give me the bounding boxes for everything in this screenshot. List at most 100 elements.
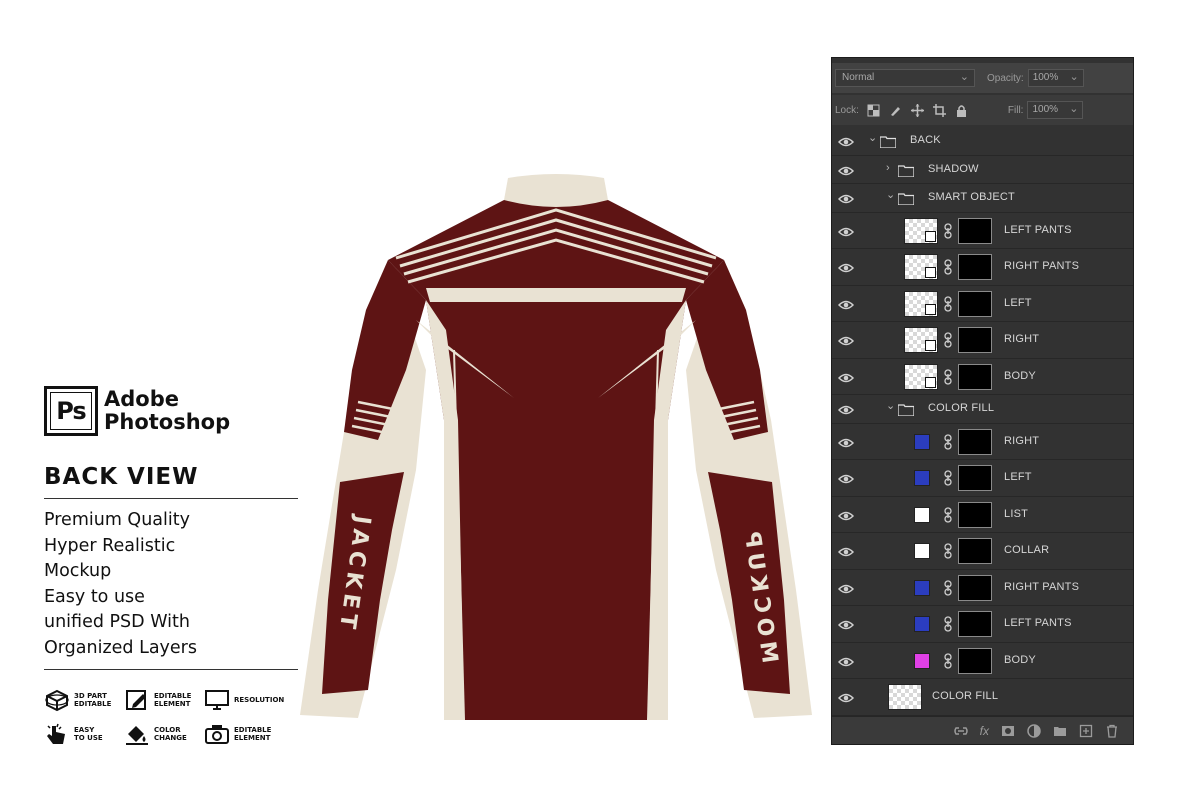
lock-all-icon[interactable]	[955, 104, 968, 117]
badge-label: EDITABLE ELEMENT	[154, 692, 192, 708]
layer-mask-thumbnail[interactable]	[958, 611, 992, 638]
visibility-eye-icon[interactable]	[837, 298, 855, 310]
layer-mask-thumbnail[interactable]	[958, 465, 992, 492]
link-icon[interactable]	[944, 470, 952, 486]
lock-position-icon[interactable]	[910, 103, 924, 117]
blend-bar: Normal Opacity: 100%	[832, 63, 1133, 93]
link-layers-icon[interactable]	[953, 724, 968, 738]
link-icon[interactable]	[944, 296, 952, 312]
layer-row[interactable]: RIGHT PANTS	[832, 249, 1133, 286]
delete-icon[interactable]	[1105, 724, 1119, 738]
color-swatch[interactable]	[914, 433, 930, 450]
layer-row[interactable]: BODY	[832, 359, 1133, 395]
layer-row[interactable]: LEFT PANTS	[832, 213, 1133, 249]
new-group-icon[interactable]	[1053, 724, 1067, 738]
visibility-eye-icon[interactable]	[837, 618, 855, 630]
chevron-down-icon[interactable]: ⌄	[868, 131, 877, 144]
visibility-eye-icon[interactable]	[837, 403, 855, 415]
layer-row[interactable]: RIGHT	[832, 322, 1133, 359]
layer-name: RIGHT PANTS	[1004, 260, 1080, 273]
badge-label: EDITABLE ELEMENT	[234, 726, 272, 742]
visibility-eye-icon[interactable]	[837, 334, 855, 346]
layer-name: LIST	[1004, 507, 1029, 520]
layer-mask-thumbnail[interactable]	[958, 363, 992, 390]
color-swatch[interactable]	[914, 616, 930, 633]
folder-icon	[897, 403, 915, 417]
lock-artboard-icon[interactable]	[932, 103, 946, 117]
fx-icon[interactable]: fx	[980, 724, 989, 738]
visibility-eye-icon[interactable]	[837, 509, 855, 521]
layer-row[interactable]: LEFT	[832, 286, 1133, 322]
link-icon[interactable]	[944, 434, 952, 450]
layer-mask-thumbnail[interactable]	[958, 254, 992, 281]
layer-row[interactable]: ⌄ BACK	[832, 127, 1133, 156]
lock-transparency-icon[interactable]	[867, 104, 880, 117]
visibility-eye-icon[interactable]	[837, 472, 855, 484]
layer-row[interactable]: RIGHT	[832, 424, 1133, 460]
layer-row[interactable]: ⌄ COLOR FILL	[832, 395, 1133, 424]
chevron-down-icon[interactable]: ⌄	[886, 188, 895, 201]
layer-thumbnail	[904, 217, 938, 244]
layer-mask-thumbnail[interactable]	[958, 290, 992, 317]
visibility-eye-icon[interactable]	[837, 135, 855, 147]
camera-icon	[205, 725, 229, 744]
color-swatch[interactable]	[914, 543, 930, 560]
link-icon[interactable]	[944, 223, 952, 239]
link-icon[interactable]	[944, 332, 952, 348]
link-icon[interactable]	[944, 653, 952, 669]
visibility-eye-icon[interactable]	[837, 545, 855, 557]
link-icon[interactable]	[944, 369, 952, 385]
layer-mask-thumbnail[interactable]	[958, 501, 992, 528]
layer-row[interactable]: LEFT PANTS	[832, 606, 1133, 643]
visibility-eye-icon[interactable]	[837, 192, 855, 204]
badge-resolution: RESOLUTION	[204, 688, 284, 712]
visibility-eye-icon[interactable]	[837, 691, 855, 703]
visibility-eye-icon[interactable]	[837, 225, 855, 237]
color-swatch[interactable]	[914, 579, 930, 596]
layer-mask-thumbnail[interactable]	[958, 574, 992, 601]
visibility-eye-icon[interactable]	[837, 164, 855, 176]
link-icon[interactable]	[944, 616, 952, 632]
badge-label: COLOR CHANGE	[154, 726, 187, 742]
opacity-input[interactable]: 100%	[1027, 69, 1084, 87]
layer-row[interactable]: › SHADOW	[832, 156, 1133, 184]
layer-row[interactable]: LEFT	[832, 460, 1133, 497]
layer-row[interactable]: ⌄ SMART OBJECT	[832, 184, 1133, 213]
visibility-eye-icon[interactable]	[837, 655, 855, 667]
visibility-eye-icon[interactable]	[837, 371, 855, 383]
chevron-right-icon[interactable]: ›	[886, 162, 890, 174]
visibility-eye-icon[interactable]	[837, 261, 855, 273]
color-swatch[interactable]	[914, 470, 930, 487]
layer-mask-thumbnail[interactable]	[958, 538, 992, 565]
new-layer-icon[interactable]	[1079, 724, 1093, 738]
layer-row[interactable]: LIST	[832, 497, 1133, 533]
paint-bucket-icon	[126, 726, 148, 745]
visibility-eye-icon[interactable]	[837, 582, 855, 594]
visibility-eye-icon[interactable]	[837, 436, 855, 448]
adjustment-icon[interactable]	[1027, 723, 1041, 738]
add-mask-icon[interactable]	[1001, 724, 1015, 738]
layer-row[interactable]: RIGHT PANTS	[832, 570, 1133, 606]
smart-object-icon	[925, 267, 936, 279]
link-icon[interactable]	[944, 259, 952, 275]
layer-row[interactable]: COLOR FILL	[832, 679, 1133, 716]
link-icon[interactable]	[944, 507, 952, 523]
layer-row[interactable]: BODY	[832, 643, 1133, 679]
layer-mask-thumbnail[interactable]	[958, 647, 992, 674]
layer-thumbnail	[904, 363, 938, 390]
layer-row[interactable]: COLLAR	[832, 533, 1133, 570]
blend-mode-select[interactable]: Normal	[835, 69, 975, 87]
smart-object-icon	[925, 376, 936, 388]
color-swatch[interactable]	[914, 506, 930, 523]
layer-mask-thumbnail[interactable]	[958, 327, 992, 354]
color-swatch[interactable]	[914, 652, 930, 669]
link-icon[interactable]	[944, 543, 952, 559]
layer-thumbnail	[904, 327, 938, 354]
layer-mask-thumbnail[interactable]	[958, 428, 992, 455]
fill-input[interactable]: 100%	[1027, 101, 1084, 119]
chevron-down-icon[interactable]: ⌄	[886, 399, 895, 412]
layer-mask-thumbnail[interactable]	[958, 217, 992, 244]
layers-panel: Normal Opacity: 100% Lock: Fill: 100% ⌄ B…	[831, 57, 1134, 745]
link-icon[interactable]	[944, 580, 952, 596]
lock-pixels-icon[interactable]	[889, 104, 902, 117]
